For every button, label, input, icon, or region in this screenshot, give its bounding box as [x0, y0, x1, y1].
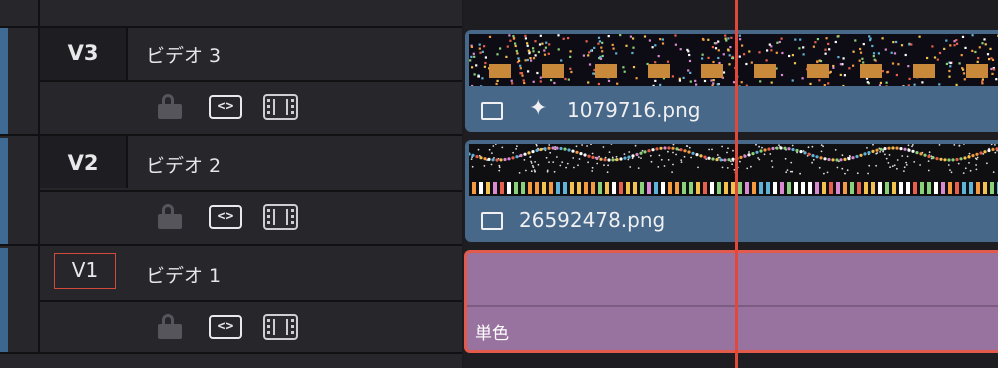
- auto-select-icon[interactable]: <>: [209, 315, 242, 339]
- film-icon[interactable]: [263, 204, 298, 230]
- track-id-v2[interactable]: V2: [40, 151, 126, 175]
- clip-filename: 1079716.png: [567, 98, 701, 122]
- divider: [38, 300, 462, 302]
- track-color-strip-v3: [0, 28, 8, 134]
- playhead[interactable]: [735, 0, 738, 368]
- lock-icon[interactable]: [158, 204, 182, 230]
- track-name-v3[interactable]: ビデオ 3: [146, 41, 221, 68]
- clip-filename: 26592478.png: [519, 208, 666, 232]
- lock-icon[interactable]: [158, 314, 182, 340]
- divider: [0, 244, 462, 246]
- image-icon: [481, 102, 503, 120]
- clip-v3[interactable]: ✦ 1079716.png: [465, 30, 998, 132]
- image-icon: [481, 212, 503, 230]
- clip-thumbnail: [469, 34, 998, 86]
- divider: [38, 80, 462, 82]
- auto-select-icon[interactable]: <>: [209, 205, 242, 229]
- track-header-panel: V3 ビデオ 3 <> V2 ビデオ 2 <> V1 ビデオ 1 <>: [0, 0, 462, 368]
- clip-label: 単色: [475, 324, 509, 344]
- film-icon[interactable]: [263, 314, 298, 340]
- clip-v1-solid-color[interactable]: 単色: [464, 250, 998, 353]
- film-icon[interactable]: [263, 94, 298, 120]
- track-color-strip-v1: [0, 248, 8, 352]
- lock-icon[interactable]: [158, 94, 182, 120]
- clip-v2[interactable]: 26592478.png: [465, 140, 998, 242]
- clip-thumbnail: [469, 144, 998, 196]
- auto-select-icon[interactable]: <>: [209, 95, 242, 119]
- track-name-v1[interactable]: ビデオ 1: [146, 261, 221, 288]
- track-color-strip-v2: [0, 138, 8, 244]
- track-id-v3[interactable]: V3: [40, 41, 126, 65]
- divider: [0, 352, 462, 354]
- clip-divider: [467, 305, 998, 307]
- track-id-v1[interactable]: V1: [54, 253, 116, 289]
- divider: [38, 190, 462, 192]
- sparkle-icon: ✦: [529, 96, 548, 121]
- track-name-v2[interactable]: ビデオ 2: [146, 151, 221, 178]
